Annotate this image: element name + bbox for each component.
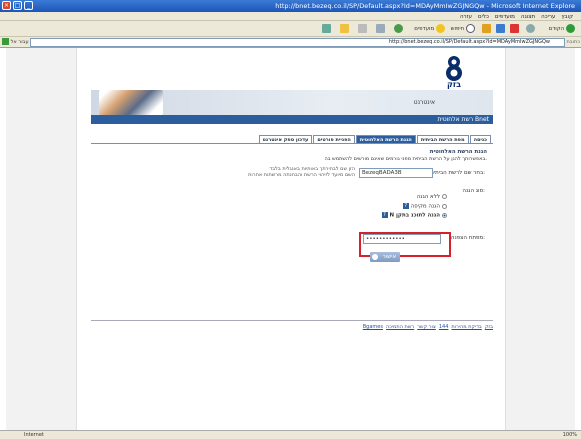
network-name-input[interactable]: BezeqBADA3B — [359, 168, 433, 178]
mail-button[interactable] — [376, 24, 385, 34]
option-label: הגנה לתוכנ בתקן N — [389, 212, 441, 219]
banner-photo — [99, 90, 163, 115]
protection-option[interactable]: ללא הגנה — [417, 194, 447, 201]
section-title: רשת אלחוטית Bnet — [91, 115, 493, 124]
encryption-key-label: מפתח הצפנה: — [450, 235, 485, 241]
go-arrow-icon — [2, 38, 9, 45]
protection-type-label: סוג הגנה: — [462, 188, 485, 194]
refresh-icon — [496, 24, 505, 33]
submit-arrow-icon — [372, 254, 378, 260]
toolbar: הקודם חיפוש מועדפים — [0, 21, 581, 37]
search-button[interactable]: חיפוש — [451, 24, 475, 34]
menu-item[interactable]: עזרה — [460, 14, 472, 20]
logo-text: בזק — [447, 80, 461, 89]
favorites-button[interactable]: מועדפים — [414, 24, 445, 34]
security-zone: Internet — [24, 432, 44, 438]
favorites-label: מועדפים — [414, 26, 435, 32]
footer-link[interactable]: רשת התמיכה — [386, 324, 414, 330]
forward-button[interactable] — [526, 24, 535, 34]
maximize-button[interactable]: □ — [13, 1, 22, 10]
radio-button[interactable] — [442, 212, 447, 218]
footer-link[interactable]: בדיקת מהירות — [451, 324, 481, 330]
option-label: ללא הגנה — [416, 194, 440, 200]
stop-icon — [510, 24, 519, 33]
footer-link[interactable]: Bgames — [363, 324, 383, 330]
network-name-hint: הזן שם לבחירתך באותיות באנגלית בלבד השם … — [248, 166, 355, 178]
help-icon[interactable]: ? — [402, 203, 409, 209]
print-button[interactable] — [358, 24, 367, 34]
protection-option[interactable]: הגנה לתוכנ בתקן N? — [381, 212, 447, 219]
radio-button[interactable] — [442, 194, 447, 199]
status-bar: Internet 100% — [0, 430, 581, 439]
help-icon[interactable]: ? — [381, 212, 388, 218]
protection-option[interactable]: הגנה מקיפה? — [402, 203, 447, 210]
mail-icon — [376, 24, 385, 33]
home-button[interactable] — [482, 24, 491, 34]
network-name-label: בחר שם לרשת הביתית: — [430, 170, 485, 176]
forward-arrow-icon — [526, 24, 535, 33]
submit-button[interactable]: אישור — [370, 252, 400, 262]
page-viewport: בזק אינטרנט רשת אלחוטית Bnet כניסהמפת הר… — [6, 48, 575, 430]
address-bar: עבור אל http://bnet.bezeq.co.il/SP/Defau… — [0, 37, 581, 48]
footer-divider — [91, 320, 493, 321]
menu-item[interactable]: קובץ — [561, 14, 573, 20]
stop-button[interactable] — [510, 24, 519, 34]
address-input[interactable]: http://bnet.bezeq.co.il/SP/Default.aspx?… — [30, 38, 565, 47]
footer-link[interactable]: צור קשר — [417, 324, 436, 330]
option-label: הגנה מקיפה — [410, 203, 440, 210]
minimize-button[interactable]: _ — [24, 1, 33, 10]
menu-bar: קובץ עריכה תצוגה מועדפים כלים עזרה — [0, 12, 581, 21]
folder-icon — [340, 24, 349, 33]
search-icon — [466, 24, 475, 33]
tab-divider — [91, 143, 493, 144]
zoom-level[interactable]: 100% — [563, 432, 577, 438]
menu-item[interactable]: כלים — [478, 14, 489, 20]
window-title: http://bnet.bezeq.co.il/SP/Default.aspx?… — [275, 2, 575, 10]
menu-item[interactable]: תצוגה — [521, 14, 535, 20]
print-icon — [358, 24, 367, 33]
search-label: חיפוש — [450, 26, 465, 32]
back-arrow-icon — [566, 24, 575, 33]
history-button[interactable] — [394, 24, 403, 34]
home-icon — [482, 24, 491, 33]
menu-item[interactable]: מועדפים — [495, 14, 515, 20]
submit-label: אישור — [382, 254, 396, 260]
panel-title: הגנת הרשת האלחוטית — [429, 149, 487, 155]
back-label: הקודם — [548, 26, 565, 32]
menu-items: קובץ עריכה תצוגה מועדפים כלים עזרה — [454, 13, 573, 20]
messenger-button[interactable] — [322, 24, 331, 34]
footer-link[interactable]: 144 — [439, 324, 449, 330]
banner-label: אינטרנט — [413, 99, 435, 106]
close-button[interactable]: × — [2, 1, 11, 10]
refresh-button[interactable] — [496, 24, 505, 34]
menu-item[interactable]: עריכה — [541, 14, 555, 20]
footer-links: בזק בדיקת מהירות144צור קשררשת התמיכהBgame… — [91, 324, 493, 330]
radio-button[interactable] — [442, 203, 447, 209]
go-button[interactable]: עבור אל — [2, 38, 29, 47]
panel-description: באפשרותך להגן על הרשת הביתית מפני גורמים… — [324, 156, 487, 162]
messenger-icon — [322, 24, 331, 33]
page-content: בזק אינטרנט רשת אלחוטית Bnet כניסהמפת הר… — [76, 48, 506, 430]
title-bar: × □ _ http://bnet.bezeq.co.il/SP/Default… — [0, 0, 581, 12]
footer-link[interactable]: בזק — [485, 324, 493, 330]
back-button[interactable]: הקודם — [549, 24, 575, 34]
go-label: עבור אל — [10, 39, 29, 45]
banner: אינטרנט — [91, 90, 493, 115]
folder-button[interactable] — [340, 24, 349, 34]
history-icon — [394, 24, 403, 33]
address-label: כתובת — [566, 39, 580, 45]
star-icon — [436, 24, 445, 33]
